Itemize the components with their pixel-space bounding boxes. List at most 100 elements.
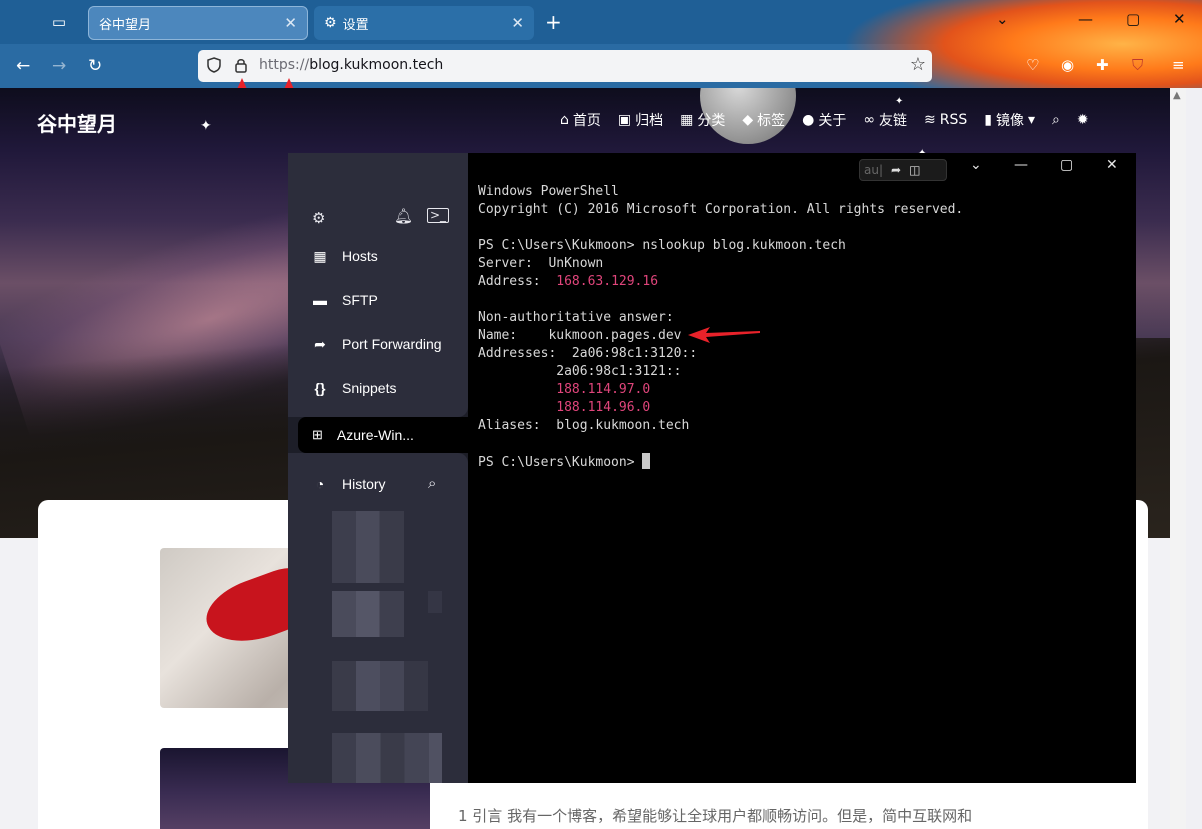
maximize-button[interactable]: ▢ (1126, 10, 1140, 28)
nav-label: 镜像 (996, 113, 1024, 129)
nav-tags[interactable]: ◆ 标签 (742, 110, 785, 130)
ip-address: 188.114.96.0 (556, 400, 651, 415)
nav-label: 标签 (757, 113, 786, 129)
toolbar-chip[interactable]: au| (864, 163, 883, 177)
sidebar-item-label: SFTP (342, 292, 378, 308)
nav-label: 归档 (635, 113, 664, 129)
close-window-button[interactable]: ✕ (1173, 10, 1186, 28)
tab-overview-icon[interactable]: ▭ (48, 12, 70, 32)
ublock-icon[interactable]: ⛉ (1132, 56, 1143, 74)
folder-icon: ▬ (313, 292, 327, 308)
session-tab-azure[interactable]: ⊞ Azure-Win... (298, 417, 468, 453)
nav-label: RSS (939, 112, 968, 128)
pocket-icon[interactable]: ♡ (1026, 56, 1039, 74)
tab-label: 设置 (342, 17, 369, 33)
tab-settings[interactable]: ⚙ 设置 ✕ (314, 6, 534, 40)
bell-icon[interactable]: 🔔︎ (394, 207, 413, 225)
bookmark-star-icon[interactable]: ☆ (910, 54, 926, 75)
nav-label: 友链 (879, 113, 908, 129)
tab-label: 谷中望月 (99, 17, 152, 33)
scroll-up-icon[interactable]: ▲ (1173, 90, 1181, 101)
terminal-line: Server: UnKnown (478, 256, 604, 271)
nav-about[interactable]: ● 关于 (802, 110, 846, 130)
archive-icon: ▣ (617, 112, 632, 128)
clock-icon: ◔ (315, 476, 325, 492)
minimize-button[interactable]: — (1078, 10, 1093, 28)
terminal-line: Name: kukmoon.pages.dev (478, 328, 682, 343)
search-icon[interactable]: ⌕ (428, 474, 436, 492)
star-sparkle: ✦ (895, 96, 904, 107)
hosts-icon: ▦ (313, 247, 327, 264)
terminal-line: Addresses: 2a06:98c1:3120:: (478, 346, 698, 361)
home-icon: ⌂ (560, 112, 569, 128)
nav-label: 分类 (697, 113, 726, 129)
back-button[interactable]: ← (16, 56, 30, 76)
app-sidebar: ⚙ 🔔︎ >_ ▦ Hosts ▬ SFTP ➦ Port Forwarding… (288, 153, 468, 783)
terminal-prompt: PS C:\Users\Kukmoon> (478, 455, 643, 470)
account-icon[interactable]: ◉ (1061, 56, 1074, 74)
close-icon[interactable]: ✕ (511, 14, 524, 32)
url-bar[interactable]: https://blog.kukmoon.tech ☆ (198, 50, 932, 82)
browser-tab-bar: ▭ 谷中望月 ✕ ⚙ 设置 ✕ + ⌄ — ▢ ✕ (0, 0, 1202, 44)
tab-list-icon[interactable]: ⌄ (996, 10, 1009, 28)
minimize-button[interactable]: — (1014, 157, 1028, 173)
nav-mirror[interactable]: ▮ 镜像 ▾ (984, 110, 1035, 130)
link-icon: ∞ (863, 112, 876, 128)
firefox-logo-background (842, 0, 1202, 44)
grid-icon: ▦ (680, 112, 694, 128)
url-text[interactable]: https://blog.kukmoon.tech (259, 57, 443, 73)
text-cursor (642, 453, 651, 469)
terminal-line: Aliases: blog.kukmoon.tech (478, 418, 690, 433)
nav-rss[interactable]: ≋ RSS (924, 110, 967, 130)
terminal-line: Address: (478, 274, 557, 289)
site-brand[interactable]: 谷中望月 (37, 108, 117, 137)
sidebar-item-label: Snippets (342, 380, 397, 396)
sidebar-item-label: Port Forwarding (342, 336, 442, 352)
url-protocol: https:// (259, 57, 310, 73)
session-label: Azure-Win... (336, 427, 414, 443)
search-icon[interactable]: ⌕ (1052, 110, 1060, 130)
terminal-icon[interactable]: >_ (427, 208, 450, 223)
new-tab-button[interactable]: + (545, 10, 562, 34)
nav-archive[interactable]: ▣ 归档 (618, 110, 663, 130)
close-icon[interactable]: ✕ (284, 14, 297, 32)
tag-icon: ◆ (742, 112, 754, 128)
chevron-down-icon[interactable]: ⌄ (970, 157, 982, 173)
sidebar-item-sftp[interactable]: ▬ SFTP (312, 288, 378, 312)
ip-address: 188.114.97.0 (556, 382, 651, 397)
terminal-line: Non-authoritative answer: (478, 310, 674, 325)
close-window-button[interactable]: ✕ (1106, 157, 1118, 173)
braces-icon: {} (314, 380, 326, 396)
sidebar-item-port-forwarding[interactable]: ➦ Port Forwarding (312, 332, 442, 356)
star-sparkle: ✦ (200, 118, 212, 134)
terminal-line: PS C:\Users\Kukmoon> nslookup blog.kukmo… (478, 238, 846, 253)
maximize-button[interactable]: ▢ (1060, 157, 1073, 173)
shield-icon[interactable] (207, 57, 221, 73)
sidebar-item-label: History (342, 476, 386, 492)
lock-icon[interactable] (234, 57, 248, 73)
sidebar-item-label: Hosts (342, 248, 378, 264)
terminal-app-window: ⚙ 🔔︎ >_ ▦ Hosts ▬ SFTP ➦ Port Forwarding… (288, 153, 1136, 783)
forward-button[interactable]: → (52, 56, 66, 76)
sidebar-item-snippets[interactable]: {} Snippets (312, 376, 397, 400)
nav-label: 首页 (572, 113, 601, 129)
reload-button[interactable]: ↻ (88, 56, 102, 76)
windows-icon: ⊞ (312, 427, 323, 442)
sidebar-item-hosts[interactable]: ▦ Hosts (312, 244, 378, 268)
split-view-icon[interactable]: ◫ (909, 163, 920, 177)
sidebar-item-history[interactable]: ◔ History (312, 472, 386, 496)
tab-blog[interactable]: 谷中望月 ✕ (88, 6, 308, 40)
nav-categories[interactable]: ▦ 分类 (680, 110, 725, 130)
scrollbar[interactable]: ▲ (1170, 88, 1186, 829)
user-icon: ● (802, 112, 815, 128)
nav-home[interactable]: ⌂ 首页 (560, 110, 601, 130)
share-icon[interactable]: ➦ (891, 163, 901, 177)
gear-icon[interactable]: ⚙ (312, 209, 325, 227)
theme-toggle-icon[interactable]: ✹ (1077, 110, 1089, 130)
site-nav: ⌂ 首页 ▣ 归档 ▦ 分类 ◆ 标签 ● 关于 ∞ 友链 ≋ RSS ▮ 镜像 ▾ ⌕ ✹ (560, 110, 1089, 130)
annotation-arrow-name (688, 327, 760, 343)
nav-links[interactable]: ∞ 友链 (863, 110, 907, 130)
extensions-icon[interactable]: ✚ (1096, 56, 1109, 74)
menu-icon[interactable]: ≡ (1172, 56, 1185, 74)
terminal-line: Copyright (C) 2016 Microsoft Corporation… (478, 202, 964, 217)
